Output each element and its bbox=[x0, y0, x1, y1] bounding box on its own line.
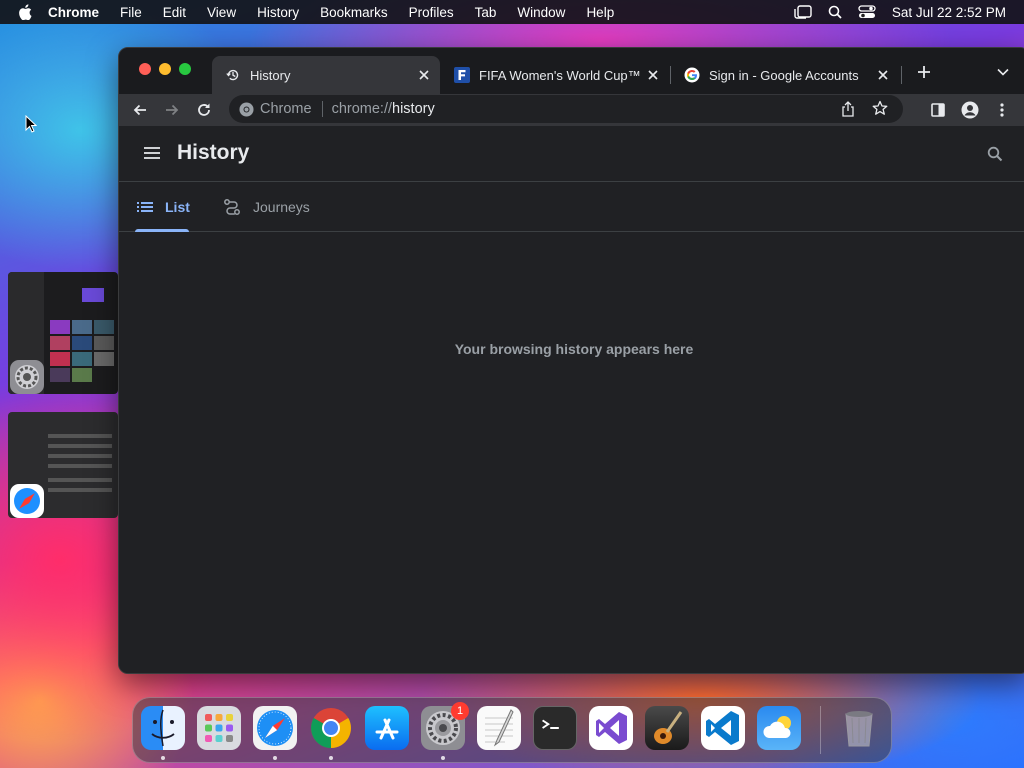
dock-app-store-icon[interactable] bbox=[365, 706, 409, 750]
tab-history[interactable]: History bbox=[212, 56, 440, 94]
window-zoom-button[interactable] bbox=[179, 63, 191, 75]
new-tab-button[interactable] bbox=[912, 60, 936, 84]
chrome-menu-button[interactable] bbox=[990, 98, 1014, 122]
selected-tab-indicator bbox=[135, 229, 189, 232]
omnibox-divider bbox=[321, 101, 323, 117]
tab-google-sign-in[interactable]: Sign in - Google Accounts bbox=[671, 56, 899, 94]
search-icon[interactable] bbox=[985, 144, 1005, 164]
dock-safari-icon[interactable] bbox=[253, 706, 297, 750]
history-icon bbox=[225, 67, 241, 83]
tab-title: Sign in - Google Accounts bbox=[709, 67, 859, 83]
empty-history-message: Your browsing history appears here bbox=[454, 341, 694, 357]
forward-button[interactable] bbox=[160, 98, 184, 122]
plus-icon bbox=[918, 66, 930, 78]
menu-clock[interactable]: Sat Jul 22 2:52 PM bbox=[892, 5, 1006, 20]
running-indicator bbox=[329, 756, 333, 760]
profile-avatar-icon bbox=[961, 101, 979, 119]
side-panel-button[interactable] bbox=[926, 98, 950, 122]
chrome-window: History FIFA Women's World Cup™ Sign in … bbox=[118, 47, 1024, 674]
url-scheme: chrome:// bbox=[331, 101, 393, 117]
menu-window[interactable]: Window bbox=[517, 5, 565, 20]
menu-history[interactable]: History bbox=[257, 5, 299, 20]
fifa-icon bbox=[454, 67, 470, 83]
menu-tab[interactable]: Tab bbox=[475, 5, 497, 20]
dock-chrome-icon[interactable] bbox=[309, 706, 353, 750]
stage-thumbnail-photos[interactable] bbox=[8, 272, 118, 394]
chevron-down-icon bbox=[997, 68, 1009, 76]
dock-finder-icon[interactable] bbox=[141, 706, 185, 750]
safari-thumbnail-icon bbox=[10, 484, 44, 518]
browser-toolbar: Chrome chrome://history bbox=[119, 94, 1024, 126]
close-icon[interactable] bbox=[416, 67, 432, 83]
dock-visual-studio-icon[interactable] bbox=[589, 706, 633, 750]
tab-strip: History FIFA Women's World Cup™ Sign in … bbox=[119, 48, 1024, 94]
tab-journeys-label: Journeys bbox=[253, 199, 310, 215]
history-header: History bbox=[119, 126, 1024, 182]
apple-menu-icon[interactable] bbox=[16, 3, 34, 21]
close-icon[interactable] bbox=[875, 67, 891, 83]
page-title: History bbox=[177, 141, 250, 164]
chrome-logo-icon bbox=[238, 101, 254, 117]
list-icon bbox=[137, 198, 153, 216]
window-close-button[interactable] bbox=[139, 63, 151, 75]
tab-list-label: List bbox=[165, 199, 190, 215]
menu-file[interactable]: File bbox=[120, 5, 142, 20]
spotlight-icon[interactable] bbox=[828, 5, 842, 19]
menu-view[interactable]: View bbox=[207, 5, 236, 20]
share-icon[interactable] bbox=[841, 101, 855, 121]
tab-title: FIFA Women's World Cup™ bbox=[479, 67, 641, 83]
control-center-icon[interactable] bbox=[858, 5, 876, 19]
menu-bar: Chrome File Edit View History Bookmarks … bbox=[0, 0, 1024, 24]
profile-button[interactable] bbox=[958, 98, 982, 122]
history-tabs: List Journeys bbox=[119, 183, 1024, 232]
address-bar[interactable]: Chrome chrome://history bbox=[229, 95, 903, 123]
window-minimize-button[interactable] bbox=[159, 63, 171, 75]
google-icon bbox=[684, 67, 700, 83]
system-settings-thumbnail-icon bbox=[10, 360, 44, 394]
more-vertical-icon bbox=[1000, 103, 1004, 117]
running-indicator bbox=[273, 756, 277, 760]
stage-manager-icon[interactable] bbox=[794, 5, 812, 19]
menu-bookmarks[interactable]: Bookmarks bbox=[320, 5, 388, 20]
dock-garageband-icon[interactable] bbox=[645, 706, 689, 750]
hamburger-menu-icon[interactable] bbox=[143, 145, 161, 161]
history-page: History List Journeys Your browsing hist… bbox=[119, 126, 1024, 673]
tab-list[interactable]: List bbox=[135, 183, 190, 232]
reload-button[interactable] bbox=[192, 98, 216, 122]
arrow-right-icon bbox=[166, 104, 179, 116]
dock-separator bbox=[820, 706, 821, 754]
menu-edit[interactable]: Edit bbox=[163, 5, 186, 20]
url-path: history bbox=[392, 101, 435, 117]
menu-profiles[interactable]: Profiles bbox=[409, 5, 454, 20]
dock-textedit-icon[interactable] bbox=[477, 706, 521, 750]
menu-help[interactable]: Help bbox=[586, 5, 614, 20]
dock: 1 bbox=[132, 697, 892, 763]
dock-weather-icon[interactable] bbox=[757, 706, 801, 750]
close-icon[interactable] bbox=[645, 67, 661, 83]
stage-thumbnail-safari[interactable] bbox=[8, 412, 118, 518]
running-indicator bbox=[441, 756, 445, 760]
tab-search-button[interactable] bbox=[991, 60, 1015, 84]
tab-journeys[interactable]: Journeys bbox=[223, 183, 310, 231]
back-button[interactable] bbox=[128, 98, 152, 122]
bookmark-star-icon[interactable] bbox=[872, 100, 888, 120]
tab-title: History bbox=[250, 67, 291, 83]
tab-fifa[interactable]: FIFA Women's World Cup™ bbox=[441, 56, 669, 94]
dock-launchpad-icon[interactable] bbox=[197, 706, 241, 750]
dock-terminal-icon[interactable] bbox=[533, 706, 577, 750]
notification-badge: 1 bbox=[451, 702, 469, 720]
reload-icon bbox=[198, 103, 210, 116]
mouse-cursor-icon bbox=[25, 115, 37, 133]
journeys-icon bbox=[223, 198, 241, 216]
site-chip-label: Chrome bbox=[260, 101, 312, 117]
tab-separator bbox=[901, 66, 902, 84]
arrow-left-icon bbox=[133, 104, 146, 116]
side-panel-icon bbox=[931, 103, 945, 117]
dock-trash-icon[interactable] bbox=[837, 706, 881, 750]
running-indicator bbox=[161, 756, 165, 760]
menu-app-name[interactable]: Chrome bbox=[48, 5, 99, 20]
dock-vscode-icon[interactable] bbox=[701, 706, 745, 750]
